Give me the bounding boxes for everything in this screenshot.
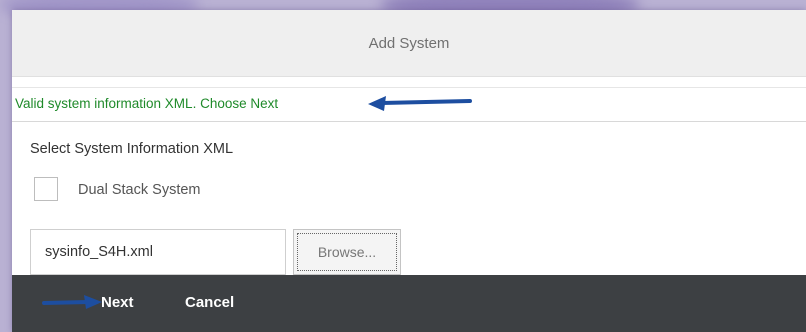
file-name-input[interactable] xyxy=(30,229,286,275)
browse-button[interactable]: Browse... xyxy=(293,229,401,275)
dual-stack-label: Dual Stack System xyxy=(78,182,201,198)
cancel-button[interactable]: Cancel xyxy=(185,294,234,311)
dialog-footer: Next Cancel xyxy=(12,275,806,332)
status-bar: Valid system information XML. Choose Nex… xyxy=(12,87,806,122)
browse-button-label: Browse... xyxy=(297,233,397,271)
dialog-title: Add System xyxy=(368,34,450,52)
add-system-dialog: Add System Valid system information XML.… xyxy=(12,10,806,332)
next-button[interactable]: Next xyxy=(101,294,134,311)
status-message: Valid system information XML. Choose Nex… xyxy=(15,96,279,111)
dual-stack-checkbox[interactable] xyxy=(34,177,58,201)
section-label: Select System Information XML xyxy=(30,141,234,157)
dialog-header: Add System xyxy=(12,10,806,77)
arrow-left-icon xyxy=(368,96,472,111)
arrow-right-icon xyxy=(42,295,102,309)
